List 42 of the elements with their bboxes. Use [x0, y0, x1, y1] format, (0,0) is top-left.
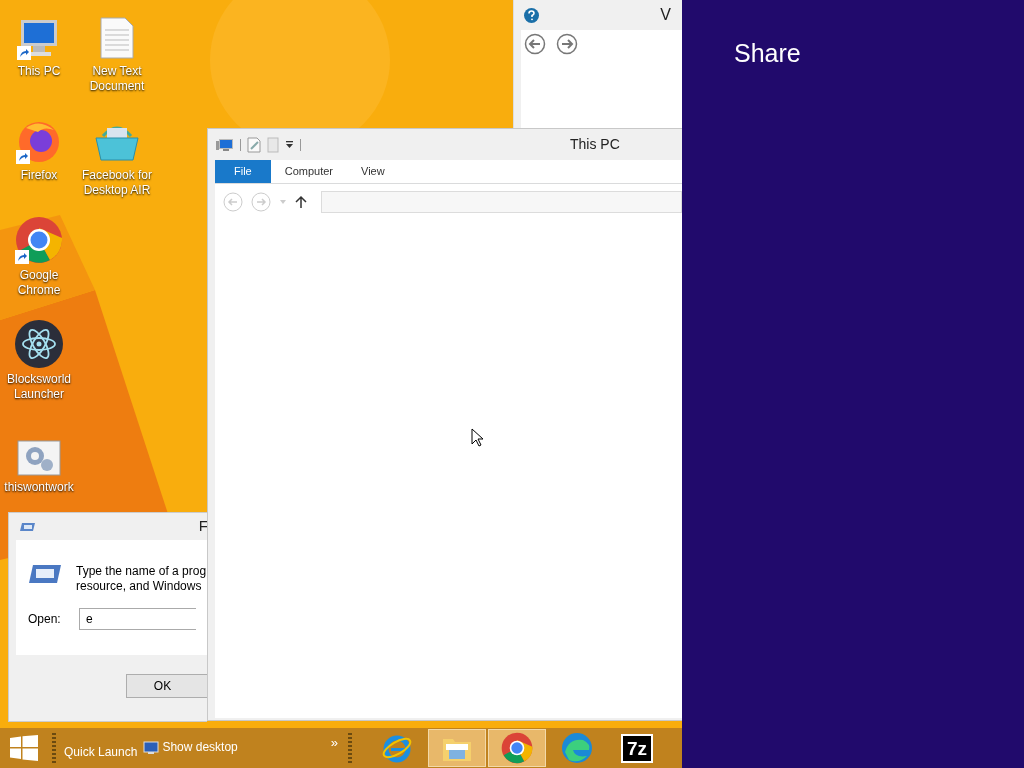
up-arrow-icon[interactable]: [295, 195, 307, 209]
gear-icon: [17, 440, 61, 476]
caret-icon[interactable]: [279, 199, 287, 205]
open-label: Open:: [28, 611, 62, 628]
open-field[interactable]: e: [79, 608, 196, 630]
document-icon: [99, 16, 135, 60]
grip-handle[interactable]: [348, 733, 352, 763]
mouse-cursor-icon: [471, 428, 483, 447]
forward-icon[interactable]: [556, 33, 578, 55]
show-desktop-link[interactable]: Show desktop: [162, 738, 238, 756]
instruction-text: resource, and Windows: [76, 579, 203, 594]
dialog-title: F: [198, 516, 207, 537]
panel-title: Share: [734, 39, 801, 67]
desktop-icon-label[interactable]: Facebook for Desktop AIR: [78, 168, 156, 198]
overflow-chevron[interactable]: »: [330, 733, 338, 753]
desktop-icon-label[interactable]: thiswontwork: [0, 480, 78, 495]
desktop-icon-label[interactable]: Firefox: [0, 168, 78, 183]
desktop-icon-label[interactable]: This PC: [0, 64, 78, 79]
desktop-icon[interactable]: [143, 741, 160, 755]
ribbon-tab[interactable]: File: [215, 160, 271, 183]
address-bar[interactable]: [321, 191, 682, 213]
archive-app-icon[interactable]: 7z: [620, 733, 654, 763]
chrome-icon[interactable]: [501, 732, 533, 764]
instruction-text: Type the name of a prog: [76, 564, 207, 579]
taskbar-button[interactable]: [488, 729, 546, 767]
chrome-icon: [15, 216, 63, 264]
grip-handle[interactable]: [52, 733, 56, 763]
computer-icon[interactable]: [216, 137, 234, 152]
atom-icon: [15, 320, 63, 368]
window-title: V: [660, 5, 671, 25]
taskbar-button[interactable]: [428, 729, 486, 767]
dropdown-icon[interactable]: [285, 140, 294, 149]
ok-button[interactable]: OK: [126, 674, 207, 698]
toolbar-label: Quick Launch: [64, 744, 138, 761]
back-icon[interactable]: [524, 33, 546, 55]
taskbar-button[interactable]: 7z: [608, 729, 666, 767]
help-icon[interactable]: [524, 7, 539, 23]
desktop-icon-label[interactable]: New Text Document: [78, 64, 156, 94]
window-title: This PC: [570, 135, 620, 154]
edge-icon[interactable]: [561, 732, 593, 764]
desktop-icon-label[interactable]: Blocksworld Launcher: [0, 372, 78, 402]
windows-logo-icon[interactable]: [10, 735, 38, 761]
